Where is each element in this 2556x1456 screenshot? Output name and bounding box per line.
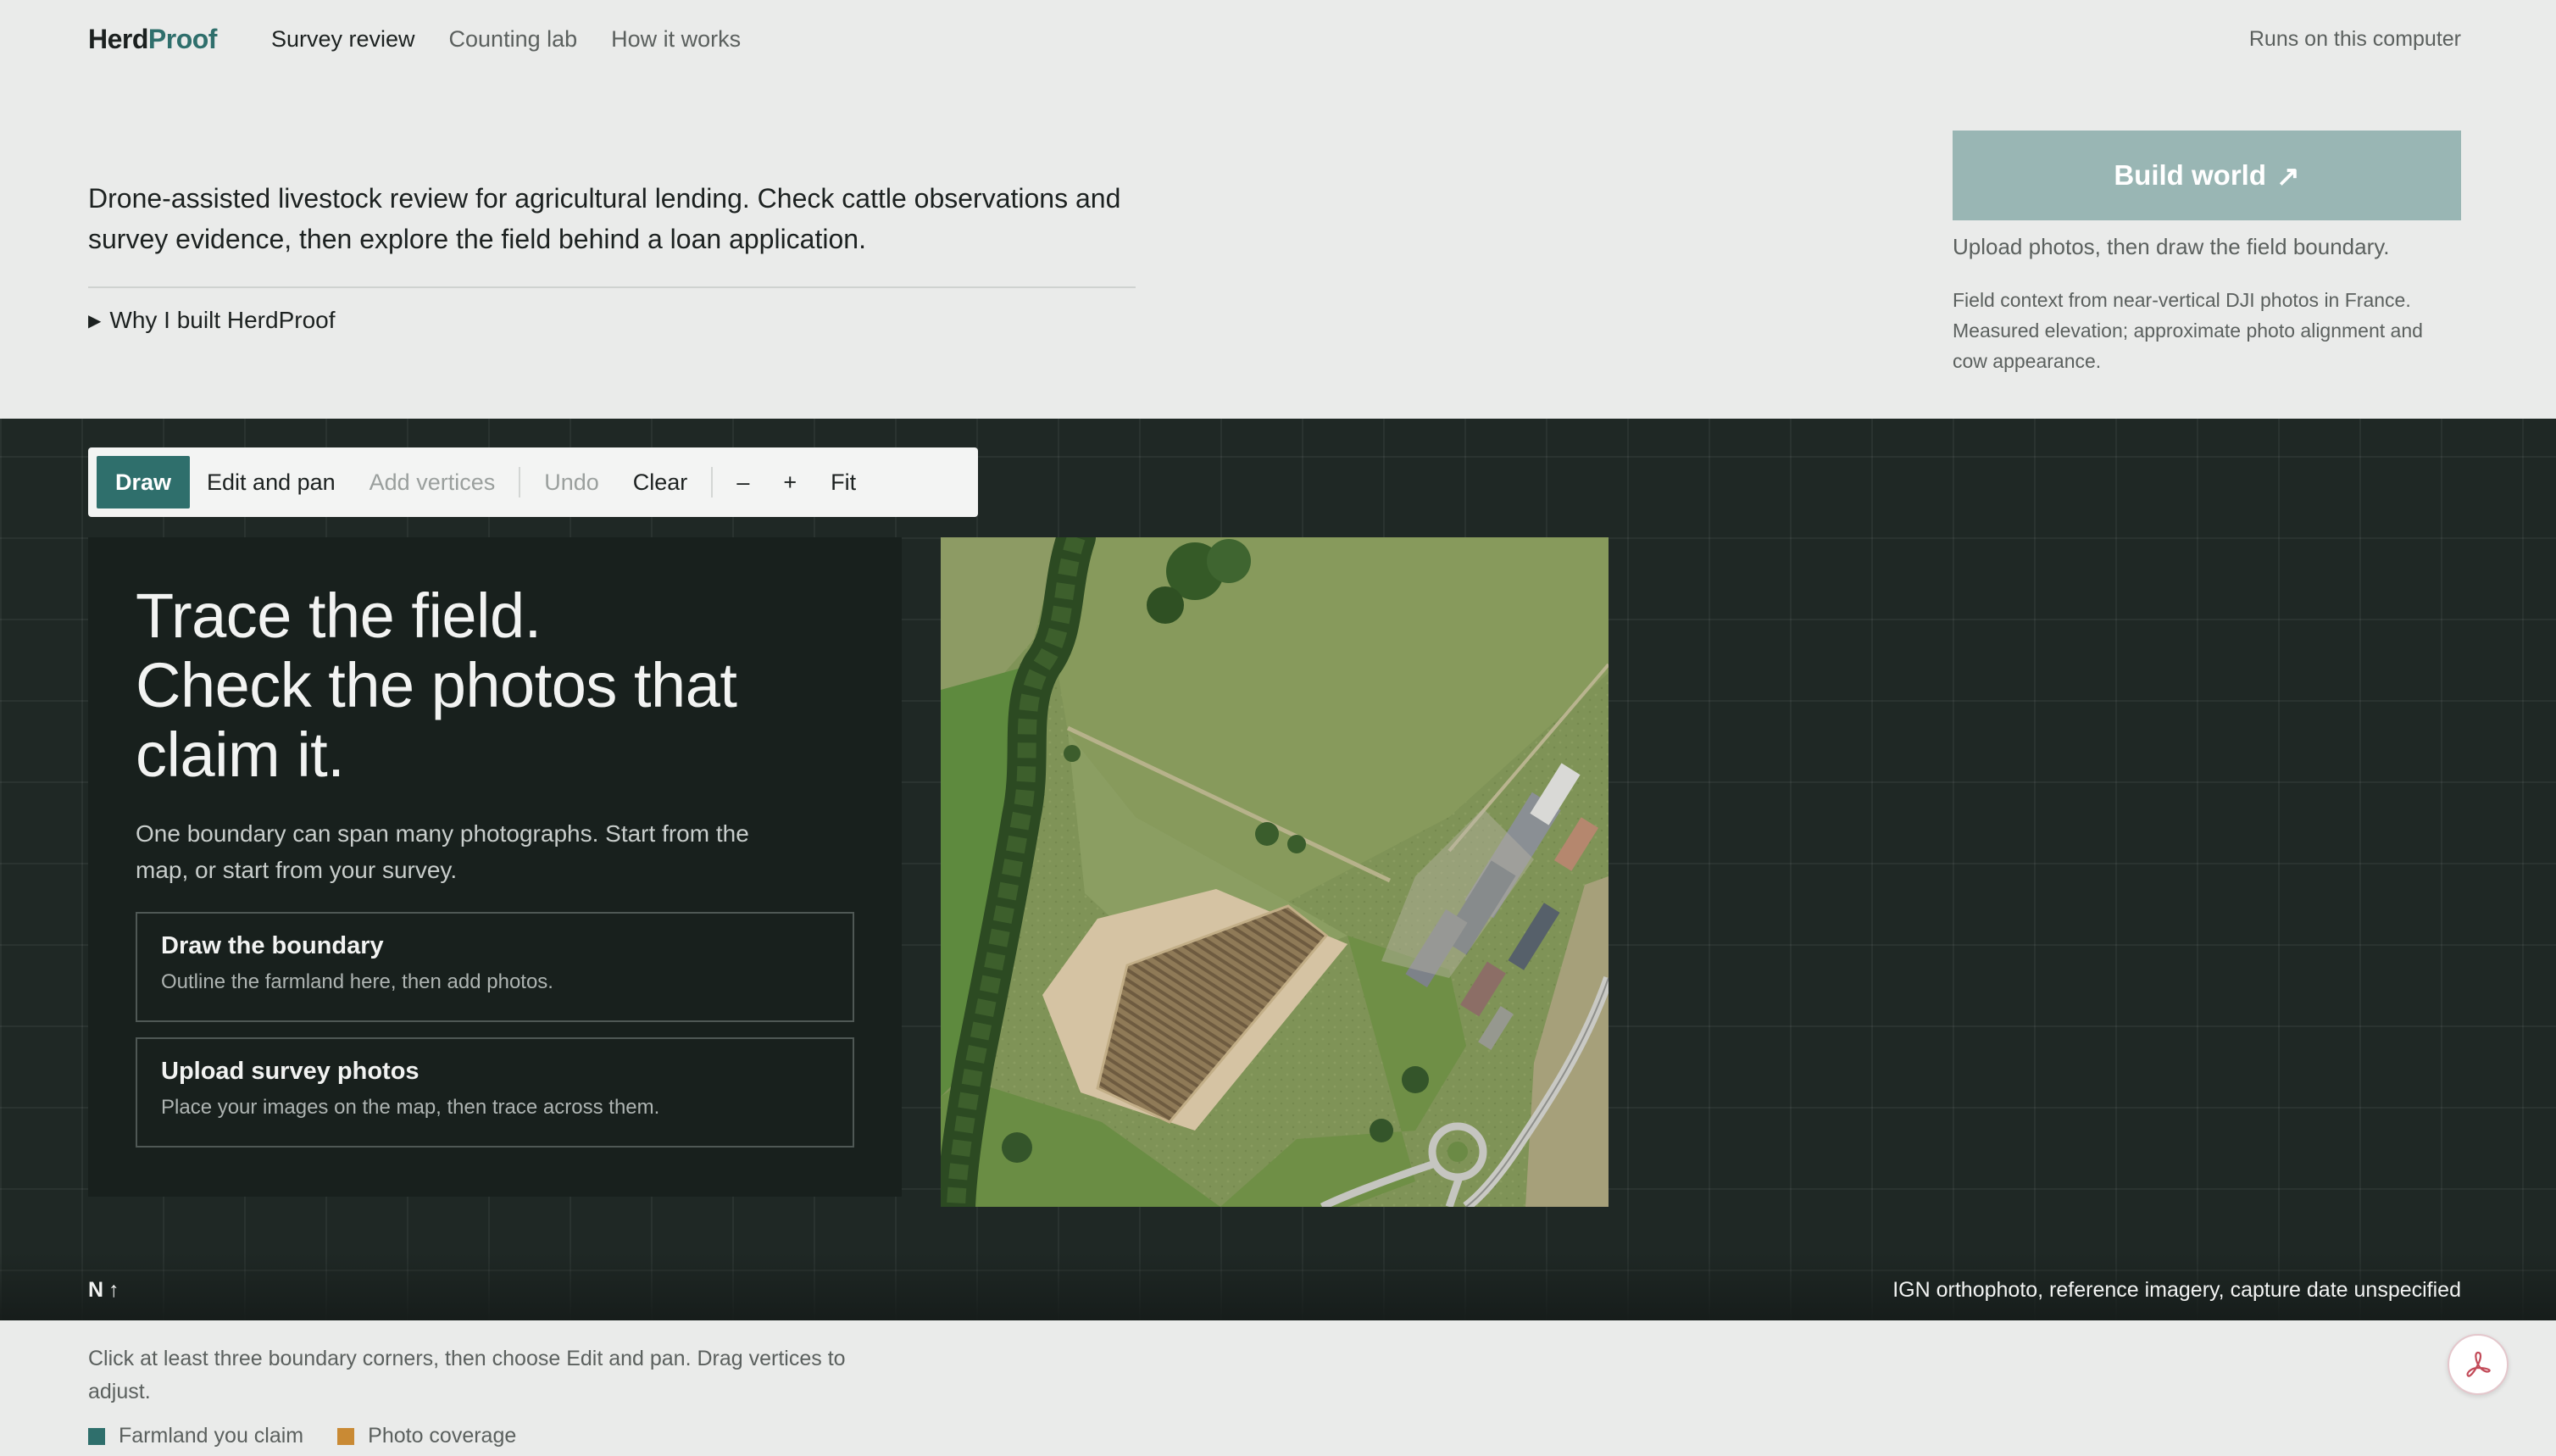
fit-button[interactable]: Fit (814, 456, 873, 508)
upload-photos-card[interactable]: Upload survey photos Place your images o… (136, 1037, 854, 1148)
legend-swatch (337, 1427, 355, 1445)
build-world-button[interactable]: Build world ↗ (1953, 131, 2461, 220)
brand-name-part2: Proof (147, 23, 218, 54)
zoom-in-button[interactable]: + (766, 456, 814, 508)
legend-item-photo-coverage: Photo coverage (337, 1424, 516, 1448)
card-description: Outline the farmland here, then add phot… (161, 970, 553, 993)
panel-title: Trace the field. Check the photos that c… (136, 581, 854, 790)
build-hint: Upload photos, then draw the field bound… (1953, 234, 2390, 259)
map-toolbar: Draw Edit and pan Add vertices Undo Clea… (88, 447, 978, 517)
clear-button[interactable]: Clear (616, 456, 705, 508)
runs-on-label: Runs on this computer (2248, 26, 2461, 51)
draw-button[interactable]: Draw (97, 456, 191, 508)
legend-label: Photo coverage (368, 1424, 517, 1448)
north-label: N (88, 1278, 104, 1302)
why-built-label: Why I built HerdProof (109, 307, 336, 333)
panel-title-line: Trace the field. (136, 581, 542, 651)
main-nav: Survey review Counting lab How it works (271, 26, 741, 53)
undo-button[interactable]: Undo (527, 456, 616, 508)
card-description: Place your images on the map, then trace… (161, 1096, 660, 1119)
pdf-icon (2466, 1351, 2491, 1377)
panel-title-line: claim it. (136, 720, 345, 790)
nav-how-it-works[interactable]: How it works (611, 26, 741, 53)
toolbar-divider (711, 467, 714, 497)
add-vertices-button[interactable]: Add vertices (353, 456, 513, 508)
onboarding-panel: Trace the field. Check the photos that c… (88, 537, 902, 1197)
legend-label: Farmland you claim (119, 1424, 304, 1448)
edit-pan-button[interactable]: Edit and pan (190, 456, 353, 508)
imagery-credit: IGN orthophoto, reference imagery, captu… (1892, 1278, 2461, 1302)
draw-boundary-card[interactable]: Draw the boundary Outline the farmland h… (136, 912, 854, 1022)
brand-logo[interactable]: HerdProof (88, 24, 217, 55)
intro-text: Drone-assisted livestock review for agri… (88, 183, 1121, 254)
pdf-button[interactable] (2448, 1334, 2509, 1395)
external-arrow-icon: ↗ (2276, 159, 2300, 192)
map-legend: Farmland you claim Photo coverage (88, 1424, 516, 1448)
orthophoto[interactable] (941, 537, 1609, 1207)
north-indicator: N ↑ (88, 1278, 119, 1303)
card-title: Draw the boundary (161, 932, 384, 959)
card-title: Upload survey photos (161, 1058, 420, 1085)
top-navigation: HerdProof Survey review Counting lab How… (88, 19, 2461, 59)
zoom-out-button[interactable]: – (720, 456, 766, 508)
build-note: Field context from near-vertical DJI pho… (1953, 289, 2423, 372)
legend-swatch (88, 1427, 105, 1445)
map-stage[interactable]: Draw Edit and pan Add vertices Undo Clea… (0, 419, 2556, 1320)
nav-counting-lab[interactable]: Counting lab (449, 26, 578, 53)
panel-subtitle: One boundary can span many photographs. … (136, 820, 749, 883)
panel-title-line: Check the photos that (136, 650, 737, 720)
orthophoto-image (941, 537, 1609, 1207)
build-world-label: Build world (2114, 159, 2266, 191)
intro-divider (88, 286, 1136, 288)
brand-name-part1: Herd (88, 23, 148, 54)
why-built-disclosure[interactable]: ▶ Why I built HerdProof (88, 307, 336, 334)
drawing-instruction: Click at least three boundary corners, t… (88, 1347, 846, 1403)
legend-item-farmland: Farmland you claim (88, 1424, 303, 1448)
toolbar-divider (519, 467, 521, 497)
nav-survey-review[interactable]: Survey review (271, 26, 415, 53)
disclosure-triangle-icon: ▶ (88, 311, 102, 331)
north-arrow-icon: ↑ (108, 1278, 119, 1302)
